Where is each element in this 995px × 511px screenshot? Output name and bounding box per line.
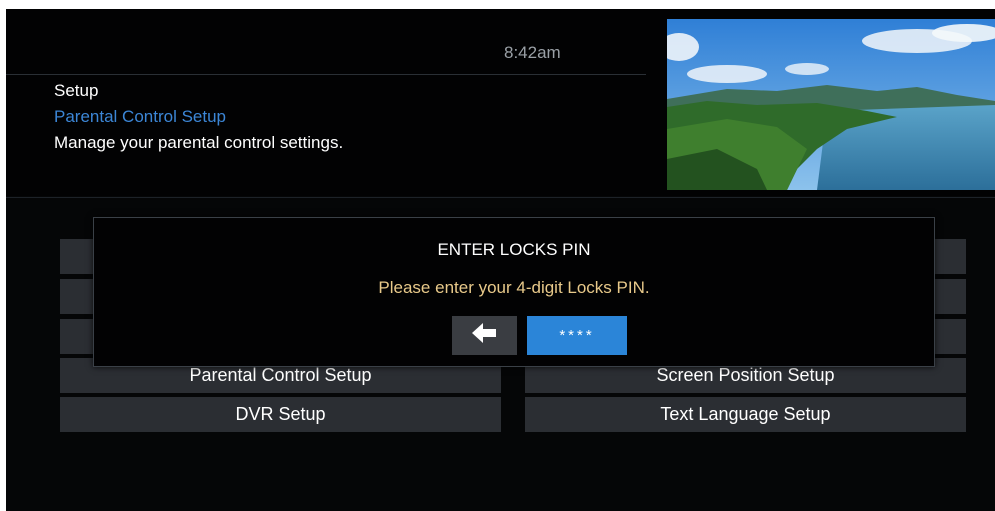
breadcrumb-current: Parental Control Setup xyxy=(54,107,226,126)
tv-screen: 8:42am Setup Parental Control Setup Mana… xyxy=(6,9,995,511)
page-description: Manage your parental control settings. xyxy=(54,133,344,152)
breadcrumb-root: Setup xyxy=(54,81,99,100)
header-bottom-divider xyxy=(6,197,995,198)
pin-input[interactable]: **** xyxy=(527,316,627,355)
menu-item-dvr-setup[interactable]: DVR Setup xyxy=(60,397,501,432)
live-tv-preview xyxy=(667,19,995,190)
clock: 8:42am xyxy=(504,43,561,62)
pin-dialog: ENTER LOCKS PIN Please enter your 4-digi… xyxy=(93,217,935,367)
dialog-title: ENTER LOCKS PIN xyxy=(437,240,591,259)
back-button[interactable] xyxy=(452,316,517,355)
menu-item-text-language-setup[interactable]: Text Language Setup xyxy=(525,397,966,432)
header-divider xyxy=(6,74,646,75)
dialog-message: Please enter your 4-digit Locks PIN. xyxy=(378,278,650,297)
left-arrow-icon xyxy=(471,323,498,348)
